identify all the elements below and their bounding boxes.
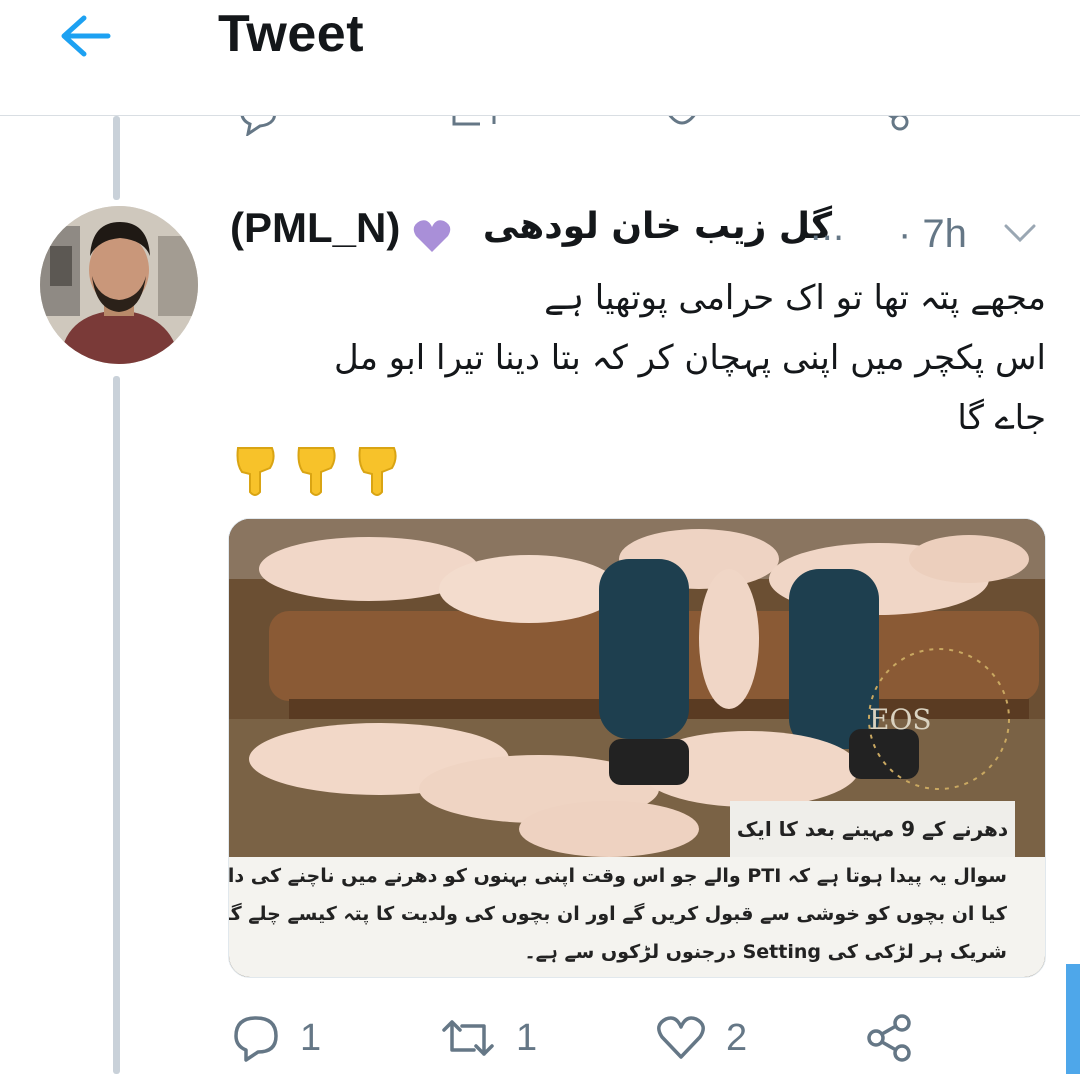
avatar[interactable]	[40, 206, 198, 364]
tweet-text-line: جاے گا	[957, 398, 1046, 438]
tweet-image[interactable]: EOS دھرنے کے 9 مہینے بعد کا ایک منظر سوا…	[228, 518, 1046, 978]
like-count: 2	[726, 1016, 748, 1059]
share-button[interactable]	[864, 1008, 914, 1068]
tweet-text-line: اس پکچر میں اپنی پہچان کر کہ بتا دینا تی…	[333, 338, 1046, 378]
image-caption: سوال یہ پیدا ہوتا ہے کہ PTI والے جو اس و…	[229, 857, 1045, 977]
arrow-left-icon[interactable]	[58, 12, 112, 60]
page-title: Tweet	[218, 5, 365, 63]
tweet-time[interactable]: · 7h	[898, 212, 967, 257]
name-truncation: ...	[810, 208, 845, 249]
scrollbar[interactable]	[1066, 964, 1080, 1074]
tweet-text-line: مجھے پتہ تھا تو اک حرامی پوتھیا ہے	[544, 278, 1046, 318]
thread-line	[113, 376, 120, 1074]
tweet-header: (PML_N) گل زیب خان لودھی ... · 7h	[230, 204, 1050, 270]
avatar-photo	[40, 206, 198, 364]
tweet-actions: 1 1 2	[232, 1008, 1012, 1068]
pointing-down-icon	[236, 447, 275, 496]
author-handle[interactable]: (PML_N)	[230, 204, 400, 252]
chevron-down-icon[interactable]	[1000, 218, 1040, 250]
reply-button[interactable]: 1	[232, 1008, 321, 1068]
reply-icon	[234, 1016, 278, 1062]
share-icon	[867, 1014, 911, 1062]
heart-icon	[657, 1016, 705, 1059]
top-bar: Tweet	[0, 0, 1080, 116]
like-button[interactable]: 2	[656, 1008, 747, 1068]
image-caption-heading: دھرنے کے 9 مہینے بعد کا ایک منظر	[730, 801, 1015, 897]
image-caption-line: سوال یہ پیدا ہوتا ہے کہ PTI والے جو اس و…	[228, 865, 1007, 887]
pointing-down-icon	[358, 447, 397, 496]
purple-heart-icon	[413, 220, 451, 252]
image-caption-line: شریک ہر لڑکی کی Setting درجنوں لڑکوں سے …	[524, 941, 1007, 963]
image-caption-line: کیا ان بچوں کو خوشی سے قبول کریں گے اور …	[229, 903, 1007, 925]
pointing-down-icon	[297, 447, 336, 496]
retweet-icon	[442, 1020, 494, 1056]
thread-line-top	[113, 116, 120, 200]
author-name[interactable]: گل زیب خان لودھی	[462, 206, 832, 247]
emoji-row	[232, 444, 410, 500]
reply-count: 1	[300, 1016, 322, 1059]
retweet-button[interactable]: 1	[440, 1008, 537, 1068]
retweet-count: 1	[516, 1016, 538, 1059]
watermark: EOS	[869, 703, 932, 736]
tweet-text: مجھے پتہ تھا تو اک حرامی پوتھیا ہے اس پک…	[228, 268, 1046, 448]
